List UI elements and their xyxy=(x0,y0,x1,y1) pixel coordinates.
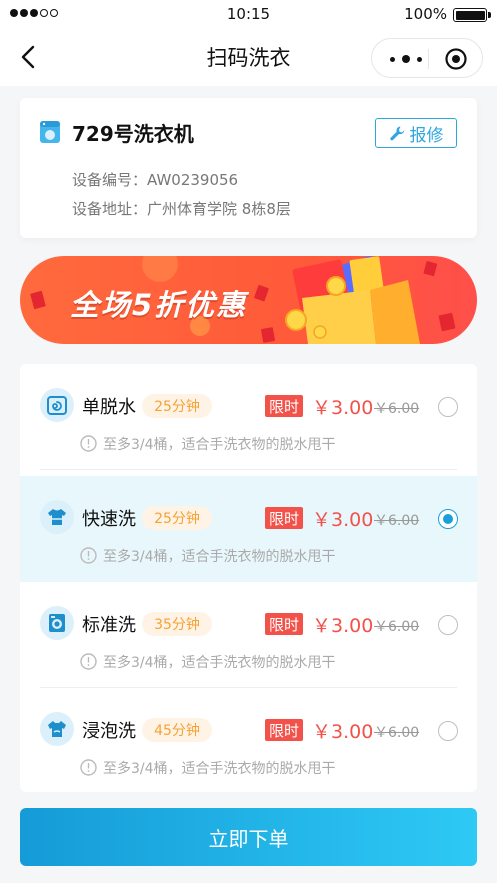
option-icon xyxy=(40,712,74,746)
radio-button-checked[interactable] xyxy=(438,509,458,529)
battery-percent: 100% xyxy=(404,5,447,23)
washing-machine-icon xyxy=(40,121,60,143)
option-name: 浸泡洗 xyxy=(82,721,136,742)
option-single-spin[interactable]: 单脱水 25分钟 限时 ￥3.00 ￥6.00 至多3/4桶，适合手洗衣物的脱水… xyxy=(20,364,477,470)
option-quick-wash[interactable]: 快速洗 25分钟 限时 ￥3.00 ￥6.00 至多3/4桶，适合手洗衣物的脱水… xyxy=(20,476,477,582)
limited-time-tag: 限时 xyxy=(265,613,303,635)
option-note: 至多3/4桶，适合手洗衣物的脱水甩干 xyxy=(103,549,336,565)
banner-text: 全场5折优惠 xyxy=(70,288,248,322)
option-note: 至多3/4桶，适合手洗衣物的脱水甩干 xyxy=(103,655,336,671)
option-name: 快速洗 xyxy=(82,509,136,530)
repair-button[interactable]: 报修 xyxy=(375,118,457,148)
option-icon xyxy=(40,388,74,422)
price: ￥3.00 xyxy=(312,509,374,531)
info-circle-icon xyxy=(80,435,97,452)
duration-badge: 45分钟 xyxy=(142,718,212,742)
device-address: 设备地址：广州体育学院 8栋8层 xyxy=(72,200,291,218)
radio-button[interactable] xyxy=(438,721,458,741)
original-price: ￥6.00 xyxy=(374,725,420,741)
place-order-label: 立即下单 xyxy=(208,826,289,851)
option-icon xyxy=(40,606,74,640)
radio-button[interactable] xyxy=(438,615,458,635)
device-name: 729号洗衣机 xyxy=(72,122,194,146)
tshirt-icon xyxy=(48,721,66,737)
divider xyxy=(40,469,457,470)
option-icon xyxy=(40,500,74,534)
spin-icon xyxy=(47,396,67,415)
info-circle-icon xyxy=(80,759,97,776)
nav-bar: 扫码洗衣 xyxy=(0,28,497,86)
device-card: 729号洗衣机 报修 设备编号：AW0239056 设备地址：广州体育学院 8栋… xyxy=(20,98,477,238)
repair-label: 报修 xyxy=(409,125,444,146)
price: ￥3.00 xyxy=(312,721,374,743)
duration-badge: 25分钟 xyxy=(142,394,212,418)
wash-options-card: 单脱水 25分钟 限时 ￥3.00 ￥6.00 至多3/4桶，适合手洗衣物的脱水… xyxy=(20,364,477,792)
info-circle-icon xyxy=(80,653,97,670)
place-order-button[interactable]: 立即下单 xyxy=(20,808,477,866)
radio-button[interactable] xyxy=(438,397,458,417)
option-note: 至多3/4桶，适合手洗衣物的脱水甩干 xyxy=(103,437,336,453)
info-circle-icon xyxy=(80,547,97,564)
original-price: ￥6.00 xyxy=(374,619,420,635)
promo-banner[interactable]: 全场5折优惠 xyxy=(20,256,477,344)
price: ￥3.00 xyxy=(312,397,374,419)
price: ￥3.00 xyxy=(312,615,374,637)
option-soak-wash[interactable]: 浸泡洗 45分钟 限时 ￥3.00 ￥6.00 至多3/4桶，适合手洗衣物的脱水… xyxy=(20,688,477,792)
duration-badge: 25分钟 xyxy=(142,506,212,530)
status-bar: 10:15 100% xyxy=(0,0,497,28)
option-name: 单脱水 xyxy=(82,397,136,418)
duration-badge: 35分钟 xyxy=(142,612,212,636)
more-icon[interactable] xyxy=(386,49,426,69)
option-name: 标准洗 xyxy=(82,615,136,636)
limited-time-tag: 限时 xyxy=(265,719,303,741)
washer-icon xyxy=(49,614,65,632)
option-note: 至多3/4桶，适合手洗衣物的脱水甩干 xyxy=(103,761,336,777)
original-price: ￥6.00 xyxy=(374,513,420,529)
option-standard-wash[interactable]: 标准洗 35分钟 限时 ￥3.00 ￥6.00 至多3/4桶，适合手洗衣物的脱水… xyxy=(20,582,477,688)
capsule-divider xyxy=(428,49,429,69)
limited-time-tag: 限时 xyxy=(265,395,303,417)
limited-time-tag: 限时 xyxy=(265,507,303,529)
shirt-icon xyxy=(48,509,66,525)
close-target-icon[interactable] xyxy=(444,47,468,71)
wrench-icon xyxy=(389,126,404,140)
battery-icon xyxy=(453,8,491,22)
original-price: ￥6.00 xyxy=(374,401,420,417)
mini-program-capsule xyxy=(371,38,483,78)
device-code: 设备编号：AW0239056 xyxy=(72,171,239,189)
